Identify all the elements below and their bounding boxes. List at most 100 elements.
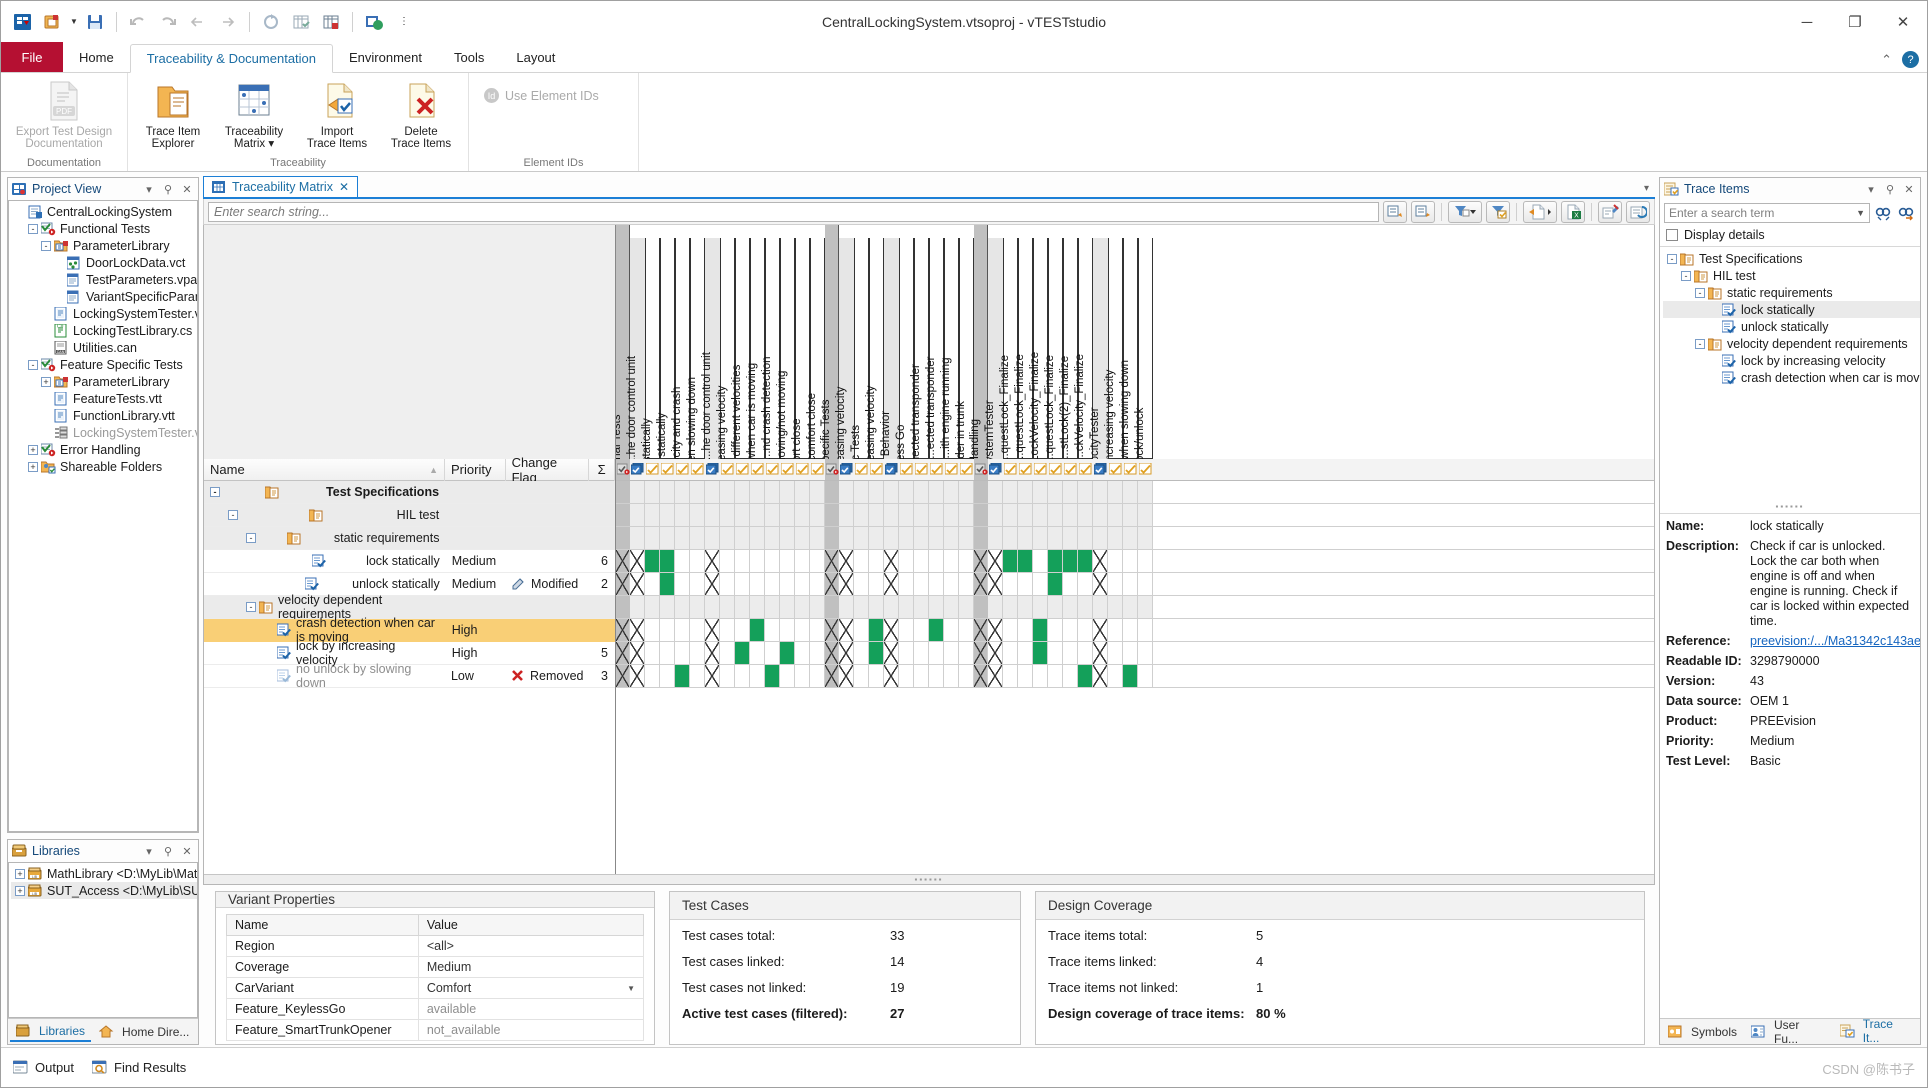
matrix-empty-cell[interactable]: [780, 527, 795, 549]
tree-item[interactable]: - Functional Tests: [11, 220, 197, 237]
matrix-empty-cell[interactable]: [944, 619, 959, 641]
matrix-empty-cell[interactable]: [1063, 665, 1078, 687]
matrix-empty-cell[interactable]: [690, 550, 705, 572]
variant-property-value[interactable]: <all>: [417, 935, 645, 957]
matrix-empty-cell[interactable]: [1033, 665, 1048, 687]
matrix-empty-cell[interactable]: [720, 550, 735, 572]
matrix-empty-cell[interactable]: [675, 504, 690, 526]
matrix-empty-cell[interactable]: [780, 550, 795, 572]
matrix-empty-cell[interactable]: [720, 619, 735, 641]
matrix-empty-cell[interactable]: [1018, 619, 1033, 641]
status-find-results-button[interactable]: Find Results: [92, 1060, 186, 1075]
matrix-empty-cell[interactable]: [1078, 596, 1093, 618]
matrix-empty-cell[interactable]: [899, 642, 914, 664]
matrix-empty-cell[interactable]: [795, 619, 810, 641]
tree-item[interactable]: - ParameterLibrary: [11, 237, 197, 254]
matrix-empty-cell[interactable]: [899, 504, 914, 526]
matrix-link-cell[interactable]: [1033, 619, 1048, 641]
matrix-empty-cell[interactable]: [1033, 481, 1048, 503]
column-header-change-flag[interactable]: Change Flag: [506, 455, 590, 485]
matrix-empty-cell[interactable]: [660, 527, 675, 549]
matrix-empty-cell[interactable]: [675, 550, 690, 572]
matrix-empty-cell[interactable]: [1108, 573, 1123, 595]
use-element-ids-toggle[interactable]: Id Use Element IDs: [475, 83, 607, 108]
filter-settings-button[interactable]: [1486, 200, 1510, 223]
redo-icon[interactable]: [154, 8, 182, 36]
matrix-empty-cell[interactable]: [1048, 642, 1063, 664]
matrix-empty-cell[interactable]: [854, 619, 869, 641]
matrix-empty-cell[interactable]: [660, 619, 675, 641]
table-row[interactable]: - Test Specifications: [204, 481, 615, 504]
tree-item[interactable]: VariantSpecificParam...: [11, 288, 197, 305]
tree-item[interactable]: + Error Handling: [11, 441, 197, 458]
matrix-empty-cell[interactable]: [795, 596, 810, 618]
matrix-empty-cell[interactable]: [929, 550, 944, 572]
matrix-empty-cell[interactable]: [899, 481, 914, 503]
matrix-empty-cell[interactable]: [1138, 504, 1153, 526]
customize-qat-icon[interactable]: ⋮: [390, 8, 418, 36]
matrix-empty-cell[interactable]: [914, 596, 929, 618]
tree-item[interactable]: TestParameters.vparam: [11, 271, 197, 288]
project-view-close-icon[interactable]: ✕: [180, 183, 194, 196]
tree-item[interactable]: FeatureTests.vtt: [11, 390, 197, 407]
matrix-empty-cell[interactable]: [1018, 527, 1033, 549]
matrix-empty-cell[interactable]: [750, 573, 765, 595]
expand-node-icon[interactable]: +: [15, 868, 25, 879]
matrix-empty-cell[interactable]: [720, 504, 735, 526]
table-row[interactable]: Coverage Medium: [226, 956, 645, 978]
matrix-empty-cell[interactable]: [959, 504, 974, 526]
matrix-empty-cell[interactable]: [869, 550, 884, 572]
matrix-empty-cell[interactable]: [944, 527, 959, 549]
matrix-empty-cell[interactable]: [854, 550, 869, 572]
variant-property-value[interactable]: Comfort ▼: [417, 977, 645, 999]
matrix-link-cell[interactable]: [750, 619, 765, 641]
matrix-link-cell[interactable]: [1078, 550, 1093, 572]
matrix-empty-cell[interactable]: [1108, 481, 1123, 503]
matrix-empty-cell[interactable]: [645, 596, 660, 618]
matrix-link-cell[interactable]: [645, 550, 660, 572]
matrix-link-cell[interactable]: [780, 642, 795, 664]
libraries-pin-icon[interactable]: ⚲: [161, 845, 175, 858]
matrix-empty-cell[interactable]: [1018, 665, 1033, 687]
chevron-down-icon[interactable]: ▼: [627, 984, 635, 993]
publish-icon[interactable]: [360, 8, 388, 36]
matrix-empty-cell[interactable]: [735, 504, 750, 526]
matrix-empty-cell[interactable]: [780, 481, 795, 503]
matrix-empty-cell[interactable]: [1063, 573, 1078, 595]
matrix-empty-cell[interactable]: [765, 596, 780, 618]
matrix-empty-cell[interactable]: [1018, 596, 1033, 618]
matrix-empty-cell[interactable]: [750, 527, 765, 549]
display-details-toggle[interactable]: Display details: [1660, 226, 1920, 246]
matrix-empty-cell[interactable]: [899, 527, 914, 549]
collapse-node-icon[interactable]: -: [228, 510, 238, 520]
matrix-empty-cell[interactable]: [780, 596, 795, 618]
matrix-empty-cell[interactable]: [944, 573, 959, 595]
matrix-empty-cell[interactable]: [1063, 527, 1078, 549]
matrix-testcase-column[interactable]: Check lock/unlock: [1134, 238, 1153, 459]
tab-environment[interactable]: Environment: [333, 43, 438, 72]
matrix-link-cell[interactable]: [1048, 573, 1063, 595]
matrix-empty-cell[interactable]: [690, 642, 705, 664]
matrix-empty-cell[interactable]: [1123, 481, 1138, 503]
matrix-empty-cell[interactable]: [944, 596, 959, 618]
search-history-dropdown-icon[interactable]: ▼: [1856, 208, 1865, 218]
matrix-empty-cell[interactable]: [1033, 527, 1048, 549]
matrix-empty-cell[interactable]: [1048, 619, 1063, 641]
maximize-button[interactable]: ❐: [1831, 1, 1879, 43]
search-input[interactable]: Enter search string...: [208, 201, 1379, 222]
matrix-empty-cell[interactable]: [914, 642, 929, 664]
matrix-empty-cell[interactable]: [750, 481, 765, 503]
matrix-empty-cell[interactable]: [660, 504, 675, 526]
matrix-link-cell[interactable]: [660, 573, 675, 595]
tree-item[interactable]: FunctionLibrary.vtt: [11, 407, 197, 424]
tree-item[interactable]: CentralLockingSystem: [11, 203, 197, 220]
trace-items-menu-icon[interactable]: ▾: [1864, 183, 1878, 196]
matrix-empty-cell[interactable]: [1063, 481, 1078, 503]
matrix-empty-cell[interactable]: [1078, 573, 1093, 595]
collapse-node-icon[interactable]: -: [210, 487, 220, 497]
matrix-empty-cell[interactable]: [810, 619, 825, 641]
matrix-empty-cell[interactable]: [959, 573, 974, 595]
dock-tab-symbols[interactable]: Symbols: [1662, 1023, 1743, 1041]
matrix-empty-cell[interactable]: [1108, 665, 1123, 687]
expand-node-icon[interactable]: +: [28, 444, 38, 455]
